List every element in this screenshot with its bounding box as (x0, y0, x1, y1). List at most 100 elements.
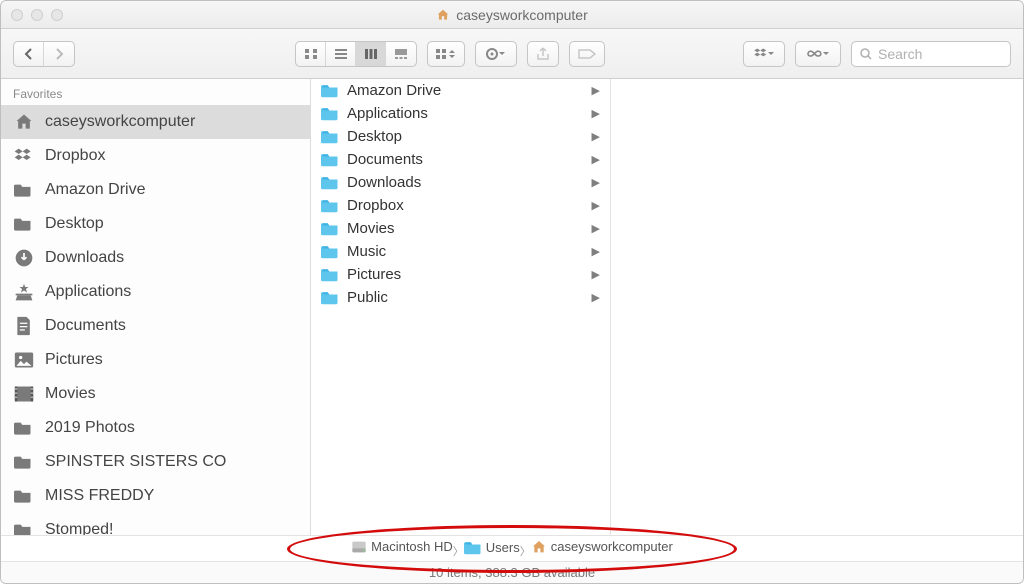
home-color-icon (436, 8, 450, 22)
sidebar-item[interactable]: caseysworkcomputer (1, 105, 310, 139)
chevron-right-icon: ▶ (592, 176, 600, 189)
columns-area: Amazon Drive▶Applications▶Desktop▶Docume… (311, 79, 1023, 535)
home-icon (13, 111, 35, 133)
folder-blue-icon (321, 267, 339, 283)
breadcrumb[interactable]: Users (464, 540, 520, 555)
minimize-window-button[interactable] (31, 9, 43, 21)
column-item[interactable]: Music▶ (311, 240, 610, 263)
column-item[interactable]: Desktop ▶ (311, 125, 610, 148)
home-color-icon (531, 539, 547, 555)
sidebar-item[interactable]: MISS FREDDY (1, 479, 310, 513)
folder-blue-icon (464, 540, 482, 555)
column-1: Amazon Drive▶Applications▶Desktop▶Docume… (311, 79, 611, 535)
folder-blue-icon (321, 83, 339, 99)
column-item[interactable]: Documents ▶ (311, 148, 610, 171)
sidebar-item-label: Documents (45, 317, 126, 335)
sidebar-item-label: Applications (45, 283, 131, 301)
chevron-right-icon: ▶ (592, 130, 600, 143)
movies-icon (13, 383, 35, 405)
search-box[interactable]: Search (851, 41, 1011, 67)
breadcrumb-label: caseysworkcomputer (551, 539, 673, 554)
search-icon (860, 48, 872, 60)
column-item[interactable]: Public ▶ (311, 286, 610, 309)
sidebar-item-label: 2019 Photos (45, 419, 135, 437)
breadcrumb-label: Macintosh HD (371, 539, 453, 554)
tags-button[interactable] (569, 41, 605, 67)
arrange-button[interactable] (427, 41, 465, 67)
share-button[interactable] (527, 41, 559, 67)
column-item[interactable]: Dropbox▶ (311, 194, 610, 217)
sidebar-item-label: Dropbox (45, 147, 105, 165)
chevron-right-icon: ▶ (592, 291, 600, 304)
sidebar-item[interactable]: Dropbox (1, 139, 310, 173)
chevron-right-icon: ▶ (592, 84, 600, 97)
action-button[interactable] (475, 41, 517, 67)
sidebar-item[interactable]: Amazon Drive (1, 173, 310, 207)
zoom-window-button[interactable] (51, 9, 63, 21)
folder-blue-icon (321, 221, 339, 237)
column-item[interactable]: Movies▶ (311, 217, 610, 240)
view-gallery-button[interactable] (386, 42, 416, 66)
statusbar: 10 items, 388.3 GB available (1, 561, 1023, 583)
column-item[interactable]: Applications▶ (311, 102, 610, 125)
window-controls (11, 9, 63, 21)
column-item[interactable]: Pictures ▶ (311, 263, 610, 286)
breadcrumb[interactable]: Macintosh HD (351, 539, 453, 555)
toolbar: Search (1, 29, 1023, 79)
sidebar-item[interactable]: Stomped! (1, 513, 310, 535)
chevron-right-icon: ▶ (592, 199, 600, 212)
sidebar-item[interactable]: Applications (1, 275, 310, 309)
chevron-right-icon: ▶ (592, 153, 600, 166)
finder-window: caseysworkcomputer Search Favorites cas (0, 0, 1024, 584)
view-list-button[interactable] (326, 42, 356, 66)
forward-button[interactable] (44, 42, 74, 66)
view-columns-button[interactable] (356, 42, 386, 66)
sidebar-item[interactable]: Documents (1, 309, 310, 343)
pathbar: Macintosh HD〉Users〉caseysworkcomputer (1, 535, 1023, 561)
column-item-label: Public (347, 289, 388, 306)
dropbox-toolbar-button[interactable] (743, 41, 785, 67)
column-item-label: Music (347, 243, 386, 260)
sidebar-item-label: SPINSTER SISTERS CO (45, 453, 226, 471)
disk-icon (351, 539, 367, 555)
back-button[interactable] (14, 42, 44, 66)
search-placeholder: Search (878, 46, 922, 62)
folder-icon (13, 451, 35, 473)
folder-blue-icon (321, 290, 339, 306)
sidebar-item[interactable]: Desktop (1, 207, 310, 241)
column-item-label: Downloads (347, 174, 421, 191)
status-text: 10 items, 388.3 GB available (429, 565, 595, 580)
sidebar-item-label: Stomped! (45, 521, 113, 535)
main: Favorites caseysworkcomputerDropboxAmazo… (1, 79, 1023, 535)
sidebar-item[interactable]: Movies (1, 377, 310, 411)
downloads-icon (13, 247, 35, 269)
sidebar-item[interactable]: SPINSTER SISTERS CO (1, 445, 310, 479)
folder-blue-icon (321, 175, 339, 191)
sidebar: Favorites caseysworkcomputerDropboxAmazo… (1, 79, 311, 535)
column-blank (611, 79, 1023, 535)
sidebar-item[interactable]: Pictures (1, 343, 310, 377)
breadcrumb-separator: 〉 (520, 546, 531, 558)
column-item[interactable]: Amazon Drive▶ (311, 79, 610, 102)
window-title: caseysworkcomputer (436, 7, 588, 23)
column-item-label: Desktop (347, 128, 402, 145)
sidebar-item-label: Pictures (45, 351, 103, 369)
folder-icon (13, 179, 35, 201)
chevron-right-icon: ▶ (592, 268, 600, 281)
folder-icon (13, 485, 35, 507)
applications-icon (13, 281, 35, 303)
sidebar-item[interactable]: 2019 Photos (1, 411, 310, 445)
sidebar-item-label: Amazon Drive (45, 181, 145, 199)
infinity-button[interactable] (795, 41, 841, 67)
close-window-button[interactable] (11, 9, 23, 21)
folder-icon (13, 519, 35, 535)
dropbox-icon (13, 145, 35, 167)
column-item-label: Pictures (347, 266, 401, 283)
folder-blue-icon (321, 152, 339, 168)
breadcrumb[interactable]: caseysworkcomputer (531, 539, 673, 555)
sidebar-item[interactable]: Downloads (1, 241, 310, 275)
column-item-label: Documents (347, 151, 423, 168)
column-item-label: Applications (347, 105, 428, 122)
column-item[interactable]: Downloads ▶ (311, 171, 610, 194)
view-icons-button[interactable] (296, 42, 326, 66)
